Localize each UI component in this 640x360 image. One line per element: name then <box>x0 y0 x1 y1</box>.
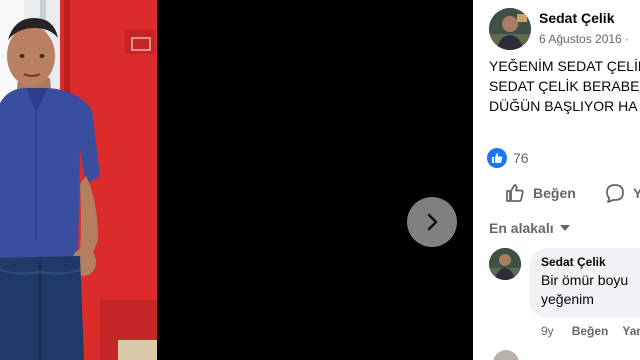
post-text: YEĞENİM SEDAT ÇELİK SEDAT ÇELİK BERABER … <box>489 56 640 116</box>
like-badge-glyph <box>492 153 503 163</box>
comment-sort-dropdown[interactable]: En alakalı <box>489 220 570 236</box>
comment-sort-label: En alakalı <box>489 220 554 236</box>
comment-reply-button[interactable]: Yan <box>622 324 640 338</box>
comment-author-name[interactable]: Sedat Çelik <box>541 255 640 269</box>
post-author-name[interactable]: Sedat Çelik <box>539 10 614 26</box>
next-comment-avatar[interactable] <box>493 350 519 360</box>
comment-button-label: Y <box>633 185 640 201</box>
post-photo[interactable] <box>0 0 157 360</box>
chevron-right-icon <box>427 213 438 231</box>
post-date-text: 6 Ağustos 2016 <box>539 32 622 46</box>
date-separator: · <box>624 32 629 46</box>
thumbs-up-icon <box>506 184 524 202</box>
comment-text: Bir ömür boyu yeğenim <box>541 271 640 309</box>
author-avatar[interactable] <box>489 8 531 50</box>
photo-illustration <box>0 0 157 360</box>
comment-like-button[interactable]: Beğen <box>572 324 609 338</box>
post-date[interactable]: 6 Ağustos 2016 · <box>539 32 629 46</box>
like-button[interactable]: Beğen <box>505 176 576 210</box>
like-icon <box>487 148 507 168</box>
comment-bubble-icon <box>606 184 624 203</box>
reactions-summary[interactable]: 76 <box>487 148 529 168</box>
avatar-image <box>489 8 531 50</box>
comment-author-avatar[interactable] <box>489 248 521 280</box>
comment-time[interactable]: 9y <box>541 324 554 338</box>
comment-button[interactable]: Y <box>605 176 640 210</box>
comment-bubble: Sedat Çelik Bir ömür boyu yeğenim <box>529 248 640 318</box>
next-photo-button[interactable] <box>407 197 457 247</box>
post-actions: Beğen Y <box>473 176 640 210</box>
comment-text-line: Bir ömür boyu <box>541 272 629 288</box>
post-text-line: DÜĞÜN BAŞLIYOR HA <box>489 98 638 114</box>
avatar-image <box>489 248 521 280</box>
reaction-count: 76 <box>513 150 529 166</box>
comment-text-line: yeğenim <box>541 291 594 307</box>
like-button-label: Beğen <box>533 185 576 201</box>
post-panel: Sedat Çelik 6 Ağustos 2016 · YEĞENİM SEDA… <box>473 0 640 360</box>
comment-meta: 9y Beğen Yan <box>541 324 640 338</box>
caret-down-icon <box>559 225 570 231</box>
post-text-line: YEĞENİM SEDAT ÇELİK <box>489 58 640 74</box>
photo-viewer <box>0 0 473 360</box>
post-text-line: SEDAT ÇELİK BERABER <box>489 78 640 94</box>
